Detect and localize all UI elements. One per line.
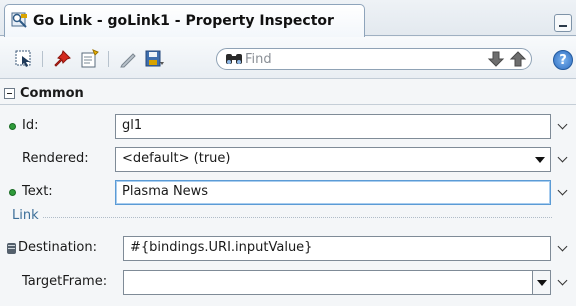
toolbar-separator bbox=[108, 51, 109, 67]
minimize-icon[interactable] bbox=[554, 14, 572, 32]
tab-title: Go Link - goLink1 - Property Inspector bbox=[33, 13, 334, 29]
edit-properties-icon[interactable] bbox=[80, 49, 100, 69]
targetframe-label: TargetFrame: bbox=[22, 274, 108, 289]
arrow-down-icon[interactable] bbox=[487, 50, 505, 72]
id-field[interactable]: gl1 bbox=[115, 114, 551, 139]
targetframe-combobox[interactable] bbox=[123, 270, 551, 295]
group-divider bbox=[12, 217, 552, 218]
required-indicator-icon bbox=[9, 189, 16, 196]
find-field[interactable]: Find bbox=[216, 48, 532, 70]
chevron-down-icon[interactable] bbox=[559, 121, 567, 129]
binoculars-icon bbox=[225, 51, 243, 71]
section-divider bbox=[0, 104, 576, 105]
help-button[interactable]: ? bbox=[553, 50, 573, 70]
property-row-targetframe: TargetFrame: bbox=[0, 266, 576, 300]
pin-icon[interactable] bbox=[52, 49, 72, 69]
pencil-icon[interactable] bbox=[118, 49, 138, 69]
link-group-label: Link bbox=[12, 208, 42, 223]
rendered-label: Rendered: bbox=[22, 151, 89, 166]
rendered-value: <default> (true) bbox=[122, 151, 231, 166]
property-row-rendered: Rendered: <default> (true) bbox=[0, 143, 576, 177]
common-section-header[interactable]: Common bbox=[0, 82, 576, 104]
toolbar-separator bbox=[42, 51, 43, 67]
toolbar: Find ? bbox=[0, 37, 576, 79]
dropdown-button[interactable] bbox=[532, 271, 550, 294]
chevron-down-icon[interactable] bbox=[559, 243, 567, 251]
required-indicator-icon bbox=[9, 123, 16, 130]
property-inspector-tab[interactable]: Go Link - goLink1 - Property Inspector bbox=[4, 4, 365, 37]
save-icon[interactable] bbox=[144, 49, 164, 69]
chevron-down-icon[interactable] bbox=[559, 187, 567, 195]
text-field[interactable]: Plasma News bbox=[115, 180, 551, 205]
select-in-editor-icon[interactable] bbox=[14, 49, 34, 69]
chevron-down-icon[interactable] bbox=[559, 154, 567, 162]
collapse-icon[interactable] bbox=[4, 87, 15, 99]
property-row-id: Id: gl1 bbox=[0, 110, 576, 144]
find-placeholder: Find bbox=[245, 51, 272, 67]
destination-field[interactable]: #{bindings.URI.inputValue} bbox=[123, 236, 551, 261]
go-link-icon bbox=[11, 12, 29, 30]
text-label: Text: bbox=[22, 184, 53, 199]
property-row-text: Text: Plasma News bbox=[0, 176, 576, 210]
dropdown-arrow-icon[interactable] bbox=[535, 157, 545, 163]
dropdown-arrow-icon[interactable] bbox=[537, 280, 547, 286]
section-title: Common bbox=[20, 85, 84, 101]
property-row-destination: Destination: #{bindings.URI.inputValue} bbox=[0, 232, 576, 266]
rendered-select[interactable]: <default> (true) bbox=[115, 147, 551, 172]
arrow-up-icon[interactable] bbox=[509, 50, 527, 72]
chevron-down-icon[interactable] bbox=[559, 277, 567, 285]
destination-label: Destination: bbox=[18, 240, 97, 255]
id-label: Id: bbox=[22, 118, 39, 133]
data-binding-icon bbox=[7, 243, 16, 254]
title-bar: Go Link - goLink1 - Property Inspector bbox=[0, 0, 576, 37]
